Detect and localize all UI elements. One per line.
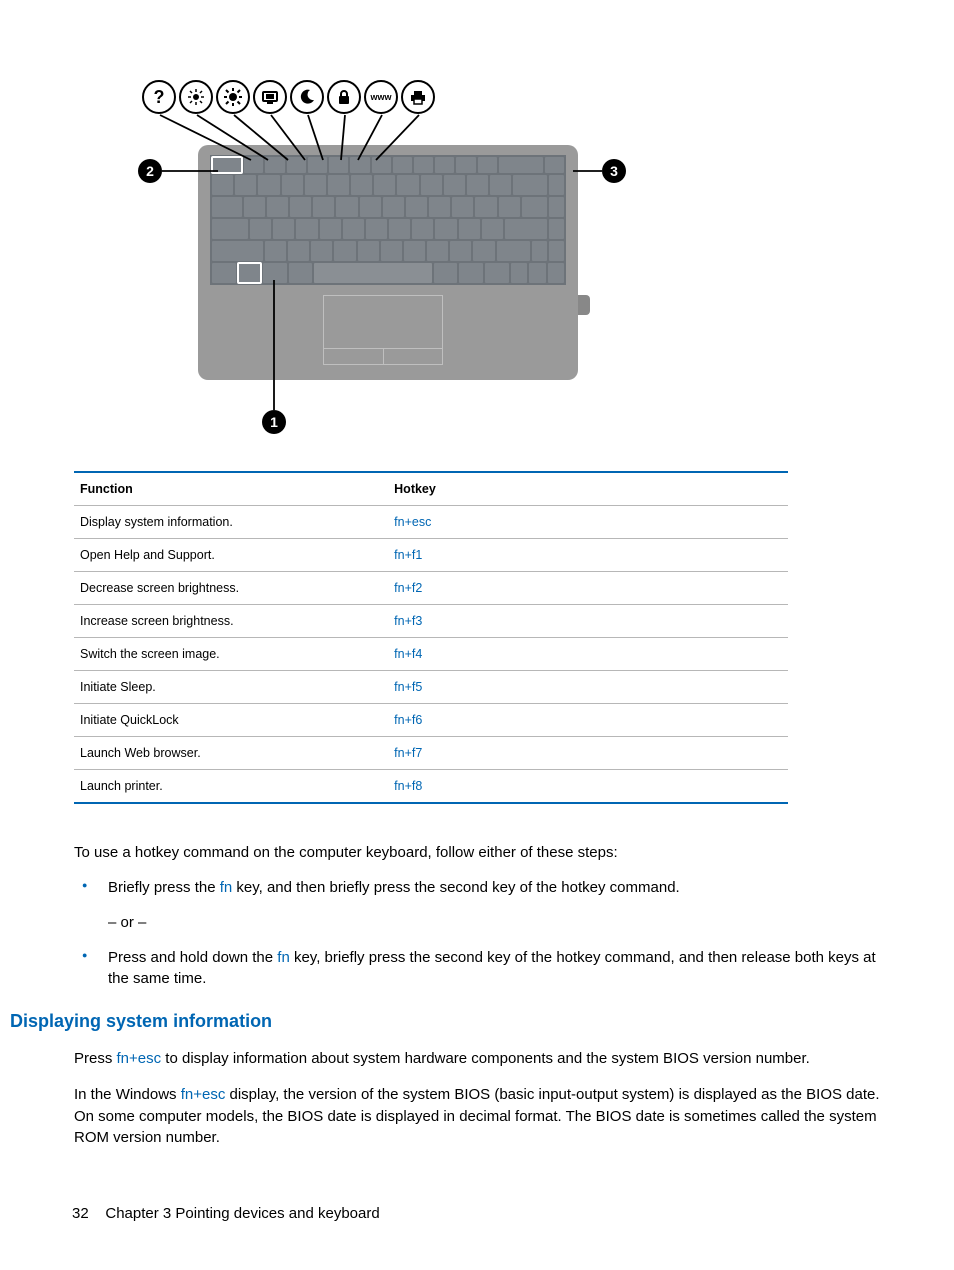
callout-1: 1 [262, 410, 286, 434]
callout-2: 2 [138, 159, 162, 183]
table-cell-hotkey: fn+f8 [388, 770, 788, 804]
fn-keyword: fn [220, 879, 233, 896]
callout-3: 3 [602, 159, 626, 183]
table-row: Increase screen brightness.fn+f3 [74, 605, 788, 638]
table-row: Initiate QuickLockfn+f6 [74, 704, 788, 737]
table-cell-hotkey: fn+f5 [388, 671, 788, 704]
laptop-illustration [198, 145, 578, 380]
bullet-press-hold: Press and hold down the fn key, briefly … [74, 947, 882, 989]
display-switch-icon [253, 80, 287, 114]
fn-esc-keyword: fn+esc [117, 1050, 162, 1067]
table-cell-function: Initiate Sleep. [74, 671, 388, 704]
table-row: Initiate Sleep.fn+f5 [74, 671, 788, 704]
chapter-title: Chapter 3 Pointing devices and keyboard [105, 1205, 379, 1222]
table-cell-function: Initiate QuickLock [74, 704, 388, 737]
svg-text:?: ? [154, 87, 165, 107]
intro-text: To use a hotkey command on the computer … [74, 842, 882, 863]
table-cell-hotkey: fn+f2 [388, 572, 788, 605]
table-cell-function: Launch printer. [74, 770, 388, 804]
table-row: Decrease screen brightness.fn+f2 [74, 572, 788, 605]
page-footer: 32 Chapter 3 Pointing devices and keyboa… [72, 1205, 380, 1222]
table-cell-function: Open Help and Support. [74, 539, 388, 572]
sysinfo-paragraph-1: Press fn+esc to display information abou… [74, 1048, 882, 1070]
fn-keyword: fn [277, 949, 290, 966]
section-heading-displaying-system-information: Displaying system information [10, 1009, 882, 1034]
table-cell-function: Display system information. [74, 506, 388, 539]
www-icon: www [364, 80, 398, 114]
table-header-hotkey: Hotkey [388, 472, 788, 506]
table-cell-hotkey: fn+f7 [388, 737, 788, 770]
lock-icon [327, 80, 361, 114]
hotkey-icon-row: ? www [142, 80, 638, 114]
table-cell-function: Decrease screen brightness. [74, 572, 388, 605]
table-cell-hotkey: fn+f3 [388, 605, 788, 638]
table-cell-hotkey: fn+esc [388, 506, 788, 539]
table-header-function: Function [74, 472, 388, 506]
brightness-up-icon [216, 80, 250, 114]
sleep-icon [290, 80, 324, 114]
hotkey-table: Function Hotkey Display system informati… [74, 471, 788, 804]
table-cell-function: Switch the screen image. [74, 638, 388, 671]
table-cell-hotkey: fn+f6 [388, 704, 788, 737]
table-row: Display system information.fn+esc [74, 506, 788, 539]
page-number: 32 [72, 1205, 89, 1222]
table-row: Open Help and Support.fn+f1 [74, 539, 788, 572]
table-cell-hotkey: fn+f1 [388, 539, 788, 572]
table-cell-hotkey: fn+f4 [388, 638, 788, 671]
keyboard-hotkey-diagram: ? www [138, 80, 638, 471]
or-text: – or – [108, 912, 882, 933]
table-cell-function: Launch Web browser. [74, 737, 388, 770]
table-cell-function: Increase screen brightness. [74, 605, 388, 638]
table-row: Switch the screen image.fn+f4 [74, 638, 788, 671]
printer-icon [401, 80, 435, 114]
table-row: Launch printer.fn+f8 [74, 770, 788, 804]
brightness-down-icon [179, 80, 213, 114]
bullet-brief-press: Briefly press the fn key, and then brief… [74, 877, 882, 933]
sysinfo-paragraph-2: In the Windows fn+esc display, the versi… [74, 1084, 882, 1149]
fn-esc-keyword: fn+esc [181, 1086, 226, 1103]
help-icon: ? [142, 80, 176, 114]
table-row: Launch Web browser.fn+f7 [74, 737, 788, 770]
